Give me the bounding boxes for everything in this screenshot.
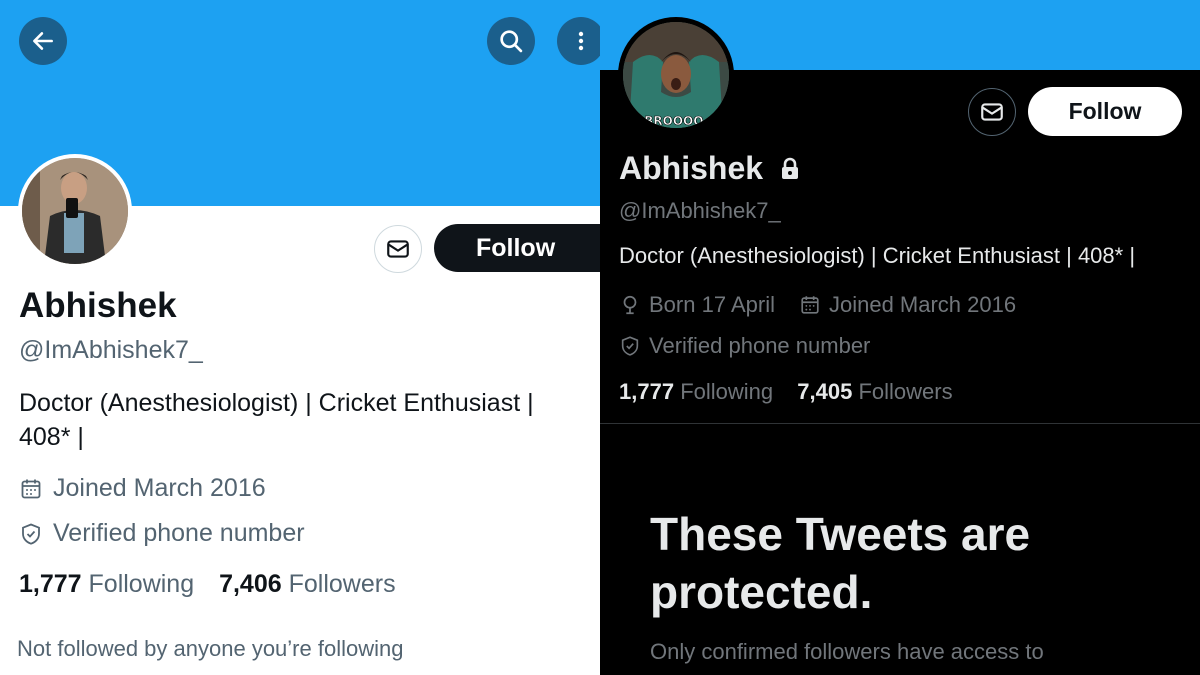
more-options-button[interactable] bbox=[557, 17, 600, 65]
following-label: Following bbox=[88, 570, 195, 598]
section-divider bbox=[600, 423, 1200, 424]
message-button[interactable] bbox=[374, 225, 422, 273]
protected-tweets-title: These Tweets are protected. bbox=[650, 508, 1031, 618]
mail-icon bbox=[981, 103, 1003, 121]
avatar[interactable] bbox=[18, 154, 132, 268]
not-followed-notice: Not followed by anyone you’re following bbox=[17, 636, 404, 661]
shield-check-icon bbox=[22, 523, 40, 545]
calendar-icon bbox=[21, 479, 41, 498]
shield-check-icon bbox=[621, 336, 639, 356]
followers-count: 7,405 bbox=[797, 379, 853, 404]
calendar-icon bbox=[801, 296, 819, 314]
born-joined-row: Born 17 April Joined March 2016 bbox=[619, 292, 1016, 318]
location-pin-icon bbox=[623, 295, 637, 315]
back-arrow-icon bbox=[33, 32, 53, 50]
profile-name: Abhishek bbox=[619, 150, 764, 186]
birthday-text: Born 17 April bbox=[649, 292, 775, 317]
following-link[interactable]: 1,777 Following bbox=[19, 570, 194, 598]
joined-date-text: Joined March 2016 bbox=[53, 474, 266, 502]
avatar-photo: BROOOO. bbox=[623, 22, 729, 128]
profile-name-row: Abhishek bbox=[619, 150, 801, 187]
more-vertical-icon bbox=[578, 31, 584, 51]
followers-count: 7,406 bbox=[219, 570, 282, 598]
profile-bio: Doctor (Anesthesiologist) | Cricket Enth… bbox=[19, 386, 589, 454]
bio-line-1: Doctor (Anesthesiologist) | Cricket Enth… bbox=[19, 389, 534, 417]
follow-stats: 1,777 Following 7,405 Followers bbox=[619, 379, 953, 405]
follow-button[interactable]: Follow bbox=[1028, 87, 1182, 136]
verified-phone-row: Verified phone number bbox=[19, 519, 305, 548]
followers-link[interactable]: 7,405 Followers bbox=[797, 379, 952, 404]
follow-button[interactable]: Follow bbox=[434, 224, 600, 272]
protected-tweets-description: Only confirmed followers have access to bbox=[650, 639, 1044, 664]
back-button[interactable] bbox=[19, 17, 67, 65]
bio-line-2: 408* | bbox=[19, 423, 84, 451]
followers-link[interactable]: 7,406 Followers bbox=[219, 570, 396, 598]
lock-icon bbox=[782, 157, 799, 179]
verified-phone-text: Verified phone number bbox=[649, 333, 871, 358]
search-icon bbox=[500, 30, 523, 53]
following-link[interactable]: 1,777 Following bbox=[619, 379, 773, 404]
profile-bio: Doctor (Anesthesiologist) | Cricket Enth… bbox=[619, 243, 1136, 268]
search-button[interactable] bbox=[487, 17, 535, 65]
dark-profile-panel: BROOOO. Follow Abhishek @ImAbhishek7_ Do… bbox=[600, 0, 1200, 675]
follow-stats: 1,777 Following 7,406 Followers bbox=[19, 570, 396, 599]
avatar[interactable]: BROOOO. bbox=[618, 17, 734, 133]
joined-date-row: Joined March 2016 bbox=[19, 474, 266, 503]
mail-icon bbox=[387, 240, 409, 258]
following-label: Following bbox=[680, 379, 774, 404]
profile-handle: @ImAbhishek7_ bbox=[19, 336, 203, 364]
verified-phone-text: Verified phone number bbox=[53, 519, 305, 547]
verified-phone-row: Verified phone number bbox=[619, 333, 870, 359]
followers-label: Followers bbox=[858, 379, 953, 404]
avatar-caption: BROOOO. bbox=[644, 114, 708, 128]
profile-handle: @ImAbhishek7_ bbox=[619, 198, 781, 223]
message-button[interactable] bbox=[968, 88, 1016, 136]
following-count: 1,777 bbox=[19, 570, 82, 598]
profile-name: Abhishek bbox=[19, 286, 177, 325]
light-profile-panel: Follow Abhishek @ImAbhishek7_ Doctor (An… bbox=[0, 0, 600, 675]
avatar-photo bbox=[22, 158, 128, 264]
following-count: 1,777 bbox=[619, 379, 675, 404]
joined-date-text: Joined March 2016 bbox=[828, 292, 1017, 317]
followers-label: Followers bbox=[288, 570, 396, 598]
